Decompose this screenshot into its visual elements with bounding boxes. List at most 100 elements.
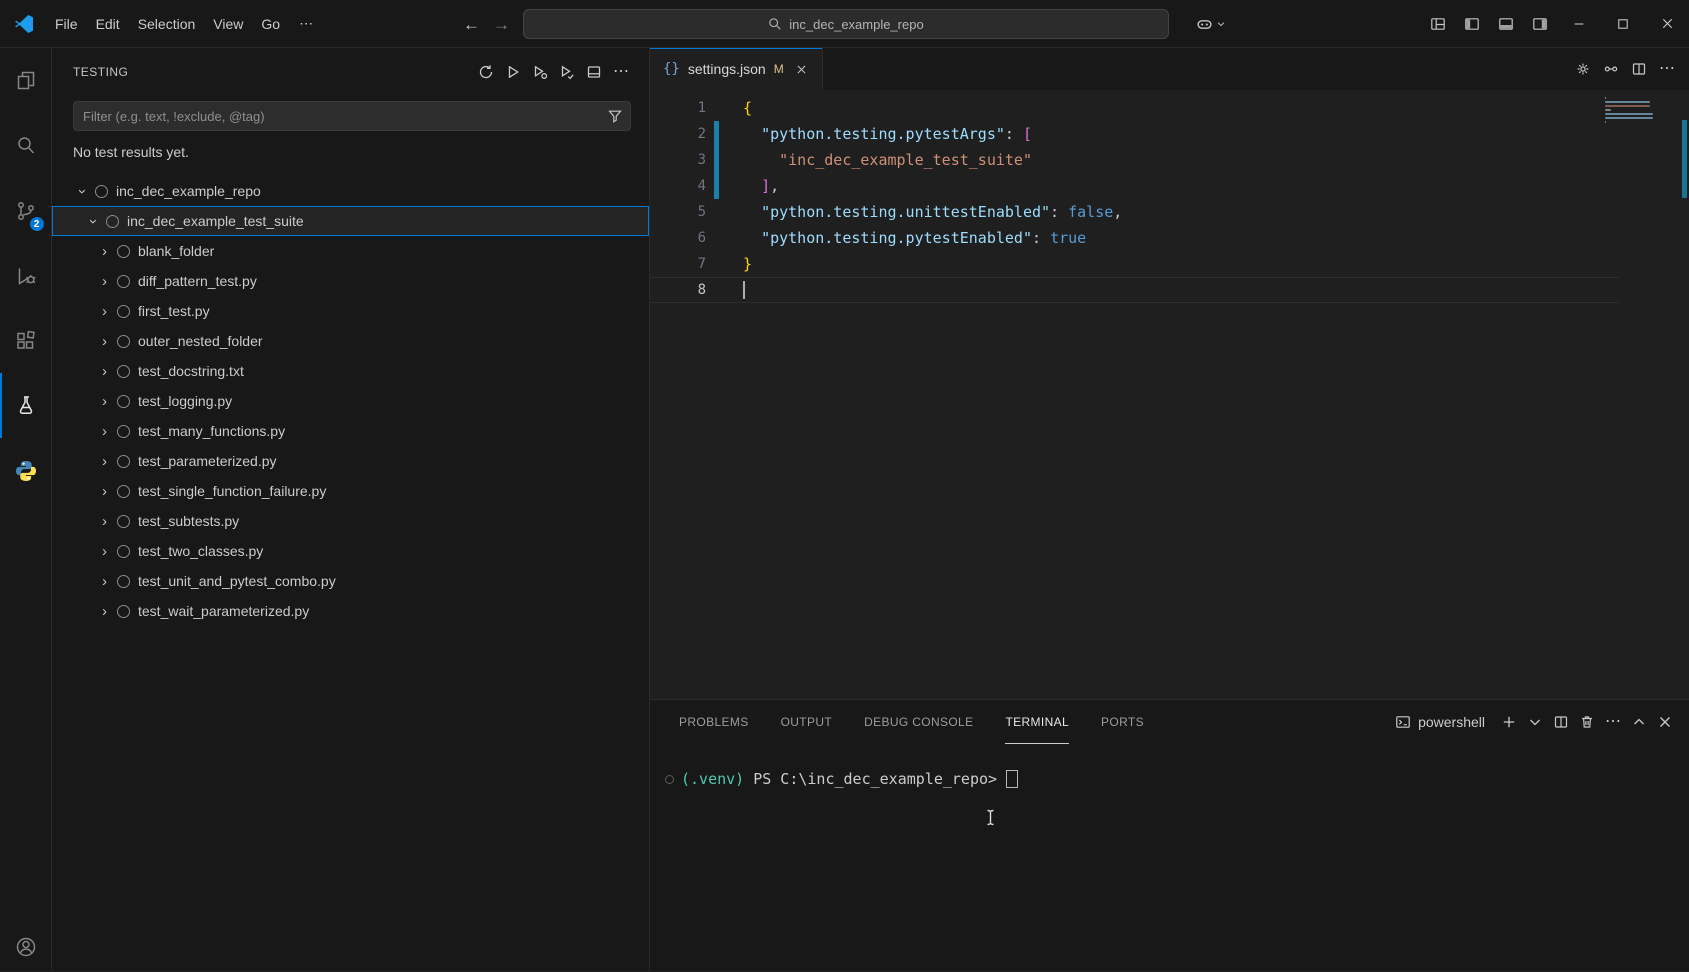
chevron-down-icon[interactable]: › [75,183,90,200]
toggle-secondary-sidebar-icon[interactable] [1525,9,1555,39]
tree-item-blank_folder[interactable]: ›blank_folder [52,236,649,266]
chevron-down-icon[interactable]: › [86,213,101,230]
chevron-right-icon[interactable]: › [96,574,113,589]
split-editor-icon[interactable] [1627,57,1651,81]
chevron-right-icon[interactable]: › [96,454,113,469]
activity-account[interactable] [0,923,52,971]
tree-item-inc_dec_example_repo[interactable]: ›inc_dec_example_repo [52,176,649,206]
chevron-right-icon[interactable]: › [96,484,113,499]
kill-terminal-icon[interactable] [1575,710,1599,734]
debug-tests-icon[interactable] [528,60,552,84]
activity-testing[interactable] [0,373,52,438]
maximize-window-button[interactable] [1601,0,1645,48]
tree-item-test_wait_parameterized.py[interactable]: ›test_wait_parameterized.py [52,596,649,626]
panel-tab-terminal[interactable]: TERMINAL [1005,700,1069,744]
code-line-7: 7} [650,251,1619,277]
tree-item-test_subtests.py[interactable]: ›test_subtests.py [52,506,649,536]
terminal-prompt-text: PS C:\inc_dec_example_repo> [753,770,997,788]
tree-item-first_test.py[interactable]: ›first_test.py [52,296,649,326]
toggle-primary-sidebar-icon[interactable] [1457,9,1487,39]
tree-item-test_single_function_failure.py[interactable]: ›test_single_function_failure.py [52,476,649,506]
more-actions-icon[interactable]: ⋯ [1655,57,1679,81]
show-output-icon[interactable] [582,60,606,84]
tree-item-label: test_two_classes.py [138,543,263,559]
chevron-right-icon[interactable]: › [96,304,113,319]
menu-view[interactable]: View [204,11,252,37]
minimize-window-button[interactable] [1557,0,1601,48]
run-tests-icon[interactable] [501,60,525,84]
menu-selection[interactable]: Selection [129,11,205,37]
chevron-right-icon[interactable]: › [96,544,113,559]
run-with-coverage-icon[interactable] [555,60,579,84]
menu-file[interactable]: File [46,11,87,37]
chevron-right-icon[interactable]: › [96,274,113,289]
activity-source-control[interactable]: 2 [0,178,52,243]
filter-input[interactable] [73,101,631,131]
chevron-right-icon[interactable]: › [96,244,113,259]
menu-go[interactable]: Go [252,11,289,37]
code-text: ], [743,177,779,195]
terminal[interactable]: (.venv) PS C:\inc_dec_example_repo> [650,744,1689,971]
back-button[interactable]: ← [463,16,480,33]
chevron-right-icon[interactable]: › [96,424,113,439]
close-panel-icon[interactable] [1653,710,1677,734]
terminal-dropdown-chevron-icon[interactable] [1523,710,1547,734]
chevron-right-icon[interactable]: › [96,394,113,409]
testing-beaker-icon [14,394,38,418]
editor-tab-bar: {} settings.json M ⋯ [650,48,1689,90]
close-tab-icon[interactable] [792,59,812,79]
filter-icon[interactable] [607,108,623,124]
activity-python[interactable] [0,438,52,503]
activity-explorer[interactable] [0,48,52,113]
menu-overflow-button[interactable]: ⋯ [289,10,324,37]
minimap[interactable] [1605,97,1653,129]
close-window-button[interactable] [1645,0,1689,48]
code-line-6: 6 "python.testing.pytestEnabled": true [650,225,1619,251]
open-changes-icon[interactable] [1599,57,1623,81]
tree-item-test_two_classes.py[interactable]: › test_two_classes.py [52,536,649,566]
activity-search[interactable] [0,113,52,178]
refresh-tests-icon[interactable] [474,60,498,84]
panel-tab-ports[interactable]: PORTS [1101,700,1144,744]
activity-run-and-debug[interactable] [0,243,52,308]
maximize-panel-chevron-icon[interactable] [1627,710,1651,734]
chevron-right-icon[interactable]: › [96,334,113,349]
more-actions-icon[interactable]: ⋯ [1601,710,1625,734]
activity-extensions[interactable] [0,308,52,373]
editor-cursor [743,281,745,299]
tree-item-test_logging.py[interactable]: ›test_logging.py [52,386,649,416]
panel-tab-output[interactable]: OUTPUT [781,700,833,744]
open-settings-ui-icon[interactable] [1571,57,1595,81]
command-center-search[interactable]: inc_dec_example_repo [523,9,1169,39]
venv-indicator: (.venv) [681,770,744,788]
forward-button[interactable]: → [493,16,510,33]
tree-item-test_many_functions.py[interactable]: ›test_many_functions.py [52,416,649,446]
panel-tab-debug-console[interactable]: DEBUG CONSOLE [864,700,973,744]
toggle-panel-icon[interactable] [1491,9,1521,39]
chevron-right-icon[interactable]: › [96,514,113,529]
tree-item-inc_dec_example_test_suite[interactable]: › inc_dec_example_test_suite [52,206,649,236]
test-state-circle-icon [117,515,130,528]
menu-edit[interactable]: Edit [87,11,129,37]
more-actions-icon[interactable]: ⋯ [609,60,633,84]
editor[interactable]: 1{2 "python.testing.pytestArgs": [3 "inc… [650,90,1689,699]
tab-settings-json[interactable]: {} settings.json M [650,48,823,90]
chevron-right-icon[interactable]: › [96,364,113,379]
customize-layout-icon[interactable] [1423,9,1453,39]
chevron-right-icon[interactable]: › [96,604,113,619]
panel-tab-problems[interactable]: PROBLEMS [679,700,749,744]
scrollbar-modified-marker[interactable] [1682,120,1687,198]
new-terminal-icon[interactable] [1497,710,1521,734]
modified-line-marker [714,147,719,173]
split-terminal-icon[interactable] [1549,710,1573,734]
tree-item-test_unit_and_pytest_combo.py[interactable]: ›test_unit_and_pytest_combo.py [52,566,649,596]
tree-item-diff_pattern_test.py[interactable]: ›diff_pattern_test.py [52,266,649,296]
terminal-cursor [1006,770,1018,788]
tree-item-test_parameterized.py[interactable]: ›test_parameterized.py [52,446,649,476]
tree-item-label: inc_dec_example_test_suite [127,213,304,229]
tree-item-test_docstring.txt[interactable]: ›test_docstring.txt [52,356,649,386]
terminal-shell-item[interactable]: powershell [1395,714,1485,730]
search-icon [768,17,782,31]
tree-item-outer_nested_folder[interactable]: ›outer_nested_folder [52,326,649,356]
copilot-menu[interactable] [1196,16,1226,33]
